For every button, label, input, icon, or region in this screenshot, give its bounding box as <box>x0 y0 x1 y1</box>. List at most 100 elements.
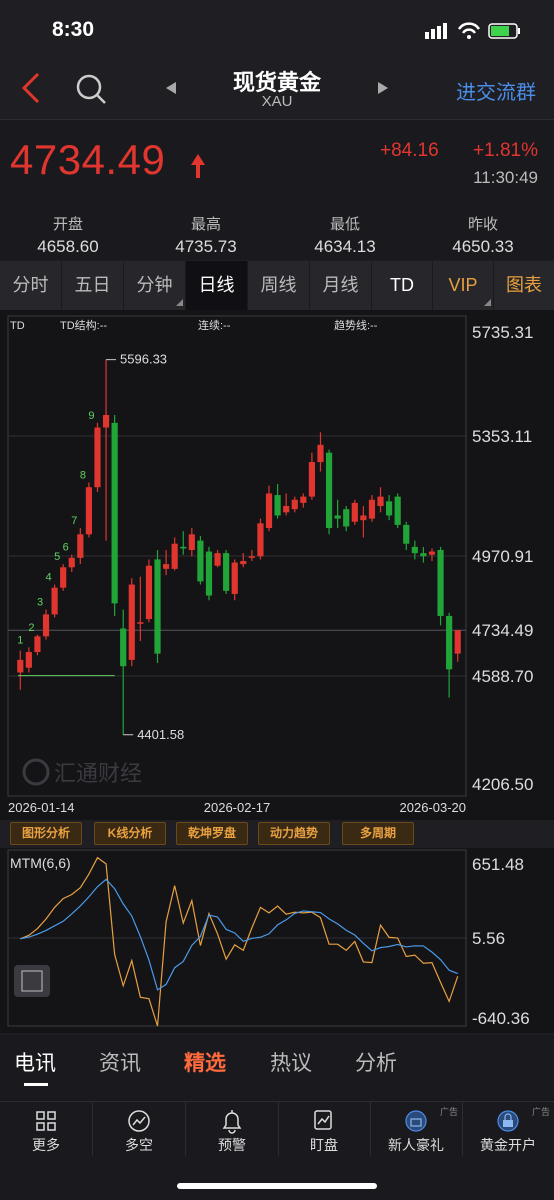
content-tabs: 电讯 资讯 精选 热议 分析 <box>0 1035 554 1101</box>
stat-value: 4658.60 <box>37 237 99 256</box>
chip-momentum[interactable]: 动力趋势 <box>258 822 330 845</box>
tool-label: 更多 <box>32 1137 60 1153</box>
td-count-label: 4 <box>46 572 52 584</box>
chip-pattern-analysis[interactable]: 图形分析 <box>10 822 82 845</box>
candle-body <box>454 630 461 654</box>
candle-body <box>223 553 230 591</box>
tab-info[interactable]: 资讯 <box>99 1047 141 1077</box>
tab-chart[interactable]: 图表 <box>494 261 554 310</box>
grid-icon <box>36 1111 56 1131</box>
mtm-label: MTM(6,6) <box>10 855 71 871</box>
tab-label: 分钟 <box>136 275 173 295</box>
x-tick-label: 2026-02-17 <box>204 800 271 815</box>
chart-background <box>0 310 554 820</box>
candle-body <box>68 557 75 568</box>
tool-label: 预警 <box>218 1137 246 1153</box>
candle-body <box>437 550 444 616</box>
tab-minute[interactable]: 分钟 <box>124 261 186 310</box>
candle-body <box>145 565 153 620</box>
chip-multi-period[interactable]: 多周期 <box>342 822 414 845</box>
stat-high: 最高 4735.73 <box>146 206 266 257</box>
mtm-y-tick: 5.56 <box>472 929 505 948</box>
candle-body <box>137 622 144 624</box>
candle-body <box>77 534 84 558</box>
home-indicator[interactable] <box>177 1183 377 1189</box>
tab-five-day[interactable]: 五日 <box>62 261 124 310</box>
new-user-gift-button[interactable]: 广告 新人豪礼 <box>370 1102 463 1157</box>
join-group-link[interactable]: 进交流群 <box>456 76 536 105</box>
td-count-label: 3 <box>37 597 43 609</box>
candle-body <box>214 553 221 566</box>
td-count-label: 1 <box>17 634 23 646</box>
x-tick-label: 2026-03-20 <box>400 800 467 815</box>
tab-daily[interactable]: 日线 <box>186 261 248 310</box>
candle-body <box>34 636 41 653</box>
candle-body <box>283 506 290 513</box>
candle-body <box>188 534 195 551</box>
quote-panel: 4734.49 +84.16 +1.81% 11:30:49 <box>0 119 554 207</box>
candle-body <box>171 543 178 569</box>
stat-label: 开盘 <box>52 216 83 233</box>
tab-featured[interactable]: 精选 <box>184 1047 226 1077</box>
status-bar: 8:30 <box>0 0 554 60</box>
stat-value: 4634.13 <box>314 237 376 256</box>
mtm-background <box>0 848 554 1033</box>
candle-body <box>42 614 50 637</box>
up-arrow-icon <box>191 154 205 178</box>
candle-body <box>240 560 247 565</box>
tab-label: VIP <box>448 275 478 295</box>
tab-analysis[interactable]: 分析 <box>355 1047 397 1077</box>
candle-body <box>17 659 24 673</box>
candle-body <box>291 499 298 510</box>
candle-body <box>351 502 358 522</box>
watermark-text: 汇通财经 <box>54 761 142 786</box>
bull-bear-button[interactable]: 多空 <box>93 1102 186 1157</box>
gold-account-button[interactable]: 广告 黄金开户 <box>462 1102 554 1157</box>
chip-kline-analysis[interactable]: K线分析 <box>94 822 166 845</box>
alert-button[interactable]: 预警 <box>186 1102 279 1157</box>
stat-label: 昨收 <box>467 216 498 233</box>
td-count-label: 5 <box>54 551 60 563</box>
bell-icon <box>222 1110 242 1134</box>
stat-value: 4735.73 <box>175 237 237 256</box>
candle-body <box>25 652 32 668</box>
tab-hot[interactable]: 热议 <box>270 1047 312 1077</box>
candle-body <box>51 587 58 615</box>
td-count-label: 8 <box>80 470 86 482</box>
tab-monthly[interactable]: 月线 <box>310 261 372 310</box>
high-label: 5596.33 <box>120 352 167 367</box>
candle-body <box>300 496 307 503</box>
tab-td[interactable]: TD <box>372 261 433 310</box>
candlestick-chart[interactable]: 5735.31 5353.11 4970.91 4734.49 4588.70 4206.… <box>0 310 554 850</box>
tab-vip[interactable]: VIP <box>433 261 494 310</box>
price-change: +84.16 <box>380 140 439 161</box>
tab-news-flash[interactable]: 电讯 <box>14 1047 56 1077</box>
stat-prev-close: 昨收 4650.33 <box>423 206 543 257</box>
candle-body <box>274 495 281 516</box>
candle-body <box>102 414 110 428</box>
td-label: TD <box>10 320 25 332</box>
stat-low: 最低 4634.13 <box>285 206 405 257</box>
mtm-indicator-chart[interactable]: MTM(6,6) 651.48 5.56 -640.36 <box>0 848 554 1033</box>
bull-bear-icon <box>128 1110 150 1132</box>
next-arrow-icon[interactable] <box>376 80 390 96</box>
dropdown-corner-icon <box>176 299 183 306</box>
candle-body <box>420 553 427 557</box>
candle-body <box>94 427 101 488</box>
y-tick-label: 4206.50 <box>472 775 533 794</box>
ad-tag: 广告 <box>439 1107 458 1117</box>
y-tick-label: 4588.70 <box>472 667 533 686</box>
candle-body <box>231 562 238 594</box>
candle-body <box>85 487 92 535</box>
watch-button[interactable]: 盯盘 <box>278 1102 371 1157</box>
status-time: 8:30 <box>52 18 95 41</box>
candle-body <box>394 496 401 525</box>
nav-bar: 现货黄金 XAU 进交流群 <box>0 60 554 118</box>
tab-weekly[interactable]: 周线 <box>248 261 310 310</box>
quote-time: 11:30:49 <box>473 168 538 187</box>
chip-compass[interactable]: 乾坤罗盘 <box>176 822 248 845</box>
more-button[interactable]: 更多 <box>0 1102 93 1157</box>
low-label: 4401.58 <box>137 727 184 742</box>
candle-body <box>403 524 410 544</box>
tab-time-share[interactable]: 分时 <box>0 261 62 310</box>
